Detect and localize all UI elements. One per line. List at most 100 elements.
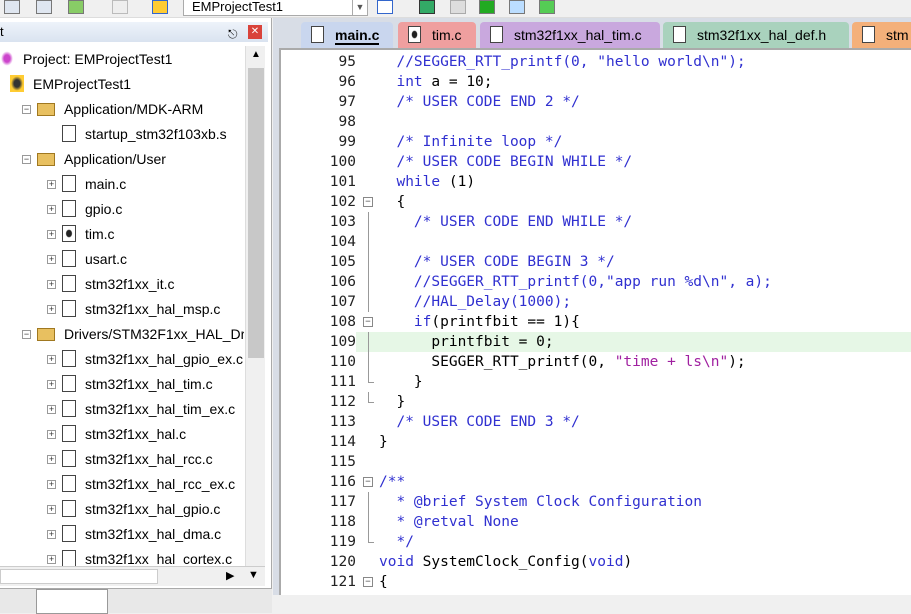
expand-icon[interactable]: +	[47, 230, 56, 239]
chevron-down-icon[interactable]: ▼	[352, 0, 367, 15]
code-token: while	[396, 174, 441, 190]
component-icon[interactable]	[539, 0, 555, 14]
tree-item[interactable]: stm32f1xx_hal_tim.c	[62, 373, 213, 395]
tab-main-c[interactable]: main.c	[301, 22, 393, 48]
window-icon[interactable]	[4, 0, 20, 14]
books-icon[interactable]	[68, 0, 84, 14]
tree-item[interactable]: stm32f1xx_hal.c	[62, 423, 186, 445]
scroll-up-icon[interactable]: ▲	[251, 49, 261, 60]
fold-gutter[interactable]: −	[361, 192, 375, 212]
fold-gutter	[361, 152, 375, 172]
tree-item[interactable]: stm32f1xx_hal_gpio_ex.c	[62, 348, 243, 370]
tree-item[interactable]: Application/MDK-ARM	[37, 98, 203, 120]
code-line: 120 void SystemClock_Config(void)	[281, 552, 911, 572]
collapse-icon[interactable]: −	[22, 155, 31, 164]
code-line: 114}	[281, 432, 911, 452]
tree-item[interactable]: Drivers/STM32F1xx_HAL_Driver	[37, 323, 244, 345]
code-line: 108− if(printfbit == 1){	[281, 312, 911, 332]
tab-label: main.c	[335, 27, 380, 45]
target-select[interactable]: EMProjectTest1 ▼	[183, 0, 368, 16]
horizontal-scrollbar[interactable]: ▶ ▼	[0, 566, 265, 586]
download-icon[interactable]	[152, 0, 168, 14]
tree-item[interactable]: stm32f1xx_hal_gpio.c	[62, 498, 220, 520]
expand-icon[interactable]: +	[47, 480, 56, 489]
code-token: /* USER CODE END 3 */	[379, 414, 580, 430]
line-number: 112	[281, 392, 356, 412]
code-text: if(printfbit == 1){	[379, 312, 580, 332]
collapse-icon[interactable]: −	[22, 105, 31, 114]
file-icon	[62, 475, 76, 492]
diamond-icon[interactable]	[479, 0, 495, 14]
expand-icon[interactable]: +	[47, 455, 56, 464]
manage-icon[interactable]	[377, 0, 393, 14]
expand-icon[interactable]: +	[47, 355, 56, 364]
expand-icon[interactable]: +	[47, 180, 56, 189]
expand-icon[interactable]: +	[47, 280, 56, 289]
tab-stm[interactable]: stm	[852, 22, 911, 48]
tree-item[interactable]: Project: EMProjectTest1	[0, 48, 172, 70]
window-icon[interactable]	[36, 0, 52, 14]
code-text: /* USER CODE BEGIN 3 */	[379, 252, 615, 272]
folder-icon	[37, 103, 55, 116]
tree-item[interactable]: gpio.c	[62, 198, 122, 220]
expand-icon[interactable]: +	[47, 205, 56, 214]
expand-icon[interactable]: +	[47, 305, 56, 314]
code-token: SEGGER_RTT_printf(0,	[379, 354, 615, 370]
tab-tim-c[interactable]: tim.c	[398, 22, 476, 48]
tab-project[interactable]	[36, 589, 108, 614]
fold-collapse-icon[interactable]: −	[363, 317, 373, 327]
fold-gutter	[368, 232, 382, 252]
tree-item[interactable]: main.c	[62, 173, 126, 195]
expand-icon[interactable]: +	[47, 505, 56, 514]
fold-gutter[interactable]: −	[361, 312, 375, 332]
tree-item[interactable]: stm32f1xx_hal_tim_ex.c	[62, 398, 235, 420]
tree-item[interactable]: stm32f1xx_it.c	[62, 273, 174, 295]
expand-icon[interactable]: +	[47, 405, 56, 414]
line-number: 114	[281, 432, 356, 452]
scroll-thumb[interactable]	[248, 68, 264, 358]
code-token: SystemClock_Config(	[413, 554, 589, 570]
tree-item[interactable]: stm32f1xx_hal_rcc_ex.c	[62, 473, 235, 495]
collapse-icon[interactable]: −	[22, 330, 31, 339]
folder-icon	[37, 153, 55, 166]
fold-gutter[interactable]: −	[361, 572, 375, 592]
close-icon[interactable]: ✕	[248, 25, 262, 39]
tree-item[interactable]: usart.c	[62, 248, 127, 270]
scroll-right-icon[interactable]: ▶	[226, 569, 234, 582]
line-number: 120	[281, 552, 356, 572]
tree-item[interactable]: stm32f1xx_hal_rcc.c	[62, 448, 213, 470]
fold-collapse-icon[interactable]: −	[363, 477, 373, 487]
expand-icon[interactable]: +	[47, 430, 56, 439]
options-icon[interactable]	[112, 0, 128, 14]
fold-gutter[interactable]: −	[361, 472, 375, 492]
expand-icon[interactable]: +	[47, 530, 56, 539]
filter-icon[interactable]	[509, 0, 525, 14]
fold-gutter	[361, 52, 375, 72]
tree-item[interactable]: Application/User	[37, 148, 166, 170]
tree-item-label: startup_stm32f103xb.s	[85, 126, 227, 142]
code-area[interactable]: 95 //SEGGER_RTT_printf(0, "hello world\n…	[279, 48, 911, 595]
tree-item[interactable]: tim.c	[62, 223, 115, 245]
tree-item-label: stm32f1xx_hal_msp.c	[85, 301, 221, 317]
scroll-thumb[interactable]	[0, 569, 158, 584]
tree-item[interactable]: EMProjectTest1	[10, 73, 131, 95]
tree-item[interactable]: stm32f1xx_hal_msp.c	[62, 298, 220, 320]
vertical-scrollbar[interactable]: ▲	[245, 46, 265, 576]
tree-item[interactable]: startup_stm32f103xb.s	[62, 123, 227, 145]
chevron-down-icon[interactable]: ▼	[248, 569, 259, 581]
pin-icon[interactable]: ⎋	[228, 24, 238, 44]
expand-icon[interactable]: +	[47, 380, 56, 389]
tree-item[interactable]: stm32f1xx_hal_dma.c	[62, 523, 221, 545]
expand-icon[interactable]: +	[47, 555, 56, 564]
code-line: 95 //SEGGER_RTT_printf(0, "hello world\n…	[281, 52, 911, 72]
line-number: 95	[281, 52, 356, 72]
fold-collapse-icon[interactable]: −	[363, 577, 373, 587]
line-number: 116	[281, 472, 356, 492]
expand-icon[interactable]: +	[47, 255, 56, 264]
tab-stm32f1xx_hal_tim-c[interactable]: stm32f1xx_hal_tim.c	[480, 22, 660, 48]
copy-icon[interactable]	[450, 0, 466, 14]
fold-collapse-icon[interactable]: −	[363, 197, 373, 207]
pack-icon[interactable]	[419, 0, 435, 14]
tab-stm32f1xx_hal_def-h[interactable]: stm32f1xx_hal_def.h	[663, 22, 849, 48]
